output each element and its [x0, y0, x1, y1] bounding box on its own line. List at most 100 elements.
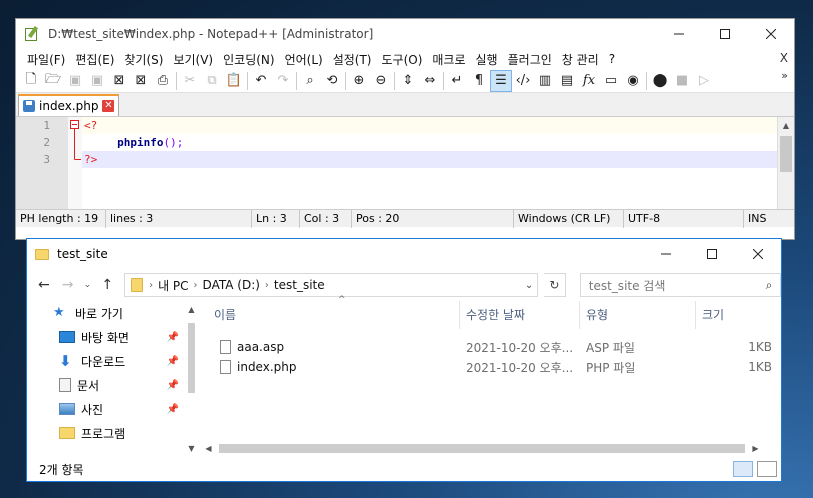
document-list-icon[interactable]: ▤ — [556, 70, 578, 92]
address-bar[interactable]: › 내 PC › DATA (D:) › test_site ⌄ — [124, 273, 539, 297]
word-wrap-icon[interactable]: ↵ — [446, 70, 468, 92]
status-eol[interactable]: Windows (CR LF) — [514, 209, 624, 228]
close-button[interactable] — [748, 19, 794, 49]
indent-guide-icon[interactable]: ☰ — [490, 69, 512, 92]
paste-icon[interactable]: 📋 — [223, 70, 245, 92]
menu-window[interactable]: 창 관리 — [557, 51, 604, 68]
menu-macro[interactable]: 매크로 — [427, 51, 470, 68]
column-date-modified[interactable]: 수정한 날짜 — [460, 301, 580, 329]
file-row[interactable]: aaa.asp 2021-10-20 오후... ASP 파일 1KB — [200, 337, 781, 357]
up-arrow-icon[interactable]: ↑ — [98, 277, 116, 293]
large-icons-view-icon[interactable] — [757, 461, 777, 477]
zoom-out-icon[interactable]: ⊖ — [370, 70, 392, 92]
column-size[interactable]: 크기 — [696, 301, 778, 329]
menu-encoding[interactable]: 인코딩(N) — [218, 51, 279, 68]
redo-icon[interactable]: ↷ — [272, 70, 294, 92]
menu-view[interactable]: 보기(V) — [168, 51, 218, 68]
breadcrumb-data-drive[interactable]: DATA (D:) — [198, 278, 265, 292]
nav-item-pictures[interactable]: 사진 📌 — [27, 397, 183, 421]
scroll-up-icon[interactable]: ▲ — [778, 117, 794, 134]
show-all-chars-icon[interactable]: ¶ — [468, 70, 490, 92]
record-macro-icon[interactable]: ⬤ — [649, 70, 671, 92]
back-arrow-icon[interactable]: ← — [35, 277, 53, 293]
scroll-thumb[interactable] — [780, 136, 792, 172]
explorer-title-bar[interactable]: test_site — [27, 239, 781, 269]
menu-file[interactable]: 파일(F) — [22, 51, 70, 68]
menu-plugins[interactable]: 플러그인 — [503, 51, 557, 68]
code-area[interactable]: <? phpinfo(); ?> — [82, 117, 777, 209]
minimize-button[interactable] — [656, 19, 702, 49]
column-name[interactable]: 이름 — [200, 301, 460, 329]
scroll-down-icon[interactable]: ▼ — [183, 440, 200, 457]
details-view-icon[interactable] — [733, 461, 753, 477]
cut-icon[interactable]: ✂ — [179, 70, 201, 92]
breadcrumb-this-pc[interactable]: 내 PC — [153, 277, 193, 294]
editor-vertical-scrollbar[interactable]: ▲ — [777, 117, 794, 209]
nav-item-desktop[interactable]: 바탕 화면 📌 — [27, 325, 183, 349]
save-all-icon[interactable]: ▣ — [86, 70, 108, 92]
menu-language[interactable]: 언어(L) — [280, 51, 328, 68]
close-document-x[interactable]: X — [780, 51, 788, 65]
nav-item-documents[interactable]: 문서 📌 — [27, 373, 183, 397]
scroll-thumb[interactable] — [219, 444, 745, 453]
pin-icon[interactable]: 📌 — [163, 404, 183, 415]
file-list-horizontal-scrollbar[interactable]: ◀ ▶ — [200, 440, 764, 457]
status-encoding[interactable]: UTF-8 — [624, 209, 744, 228]
close-file-icon[interactable]: ⊠ — [108, 70, 130, 92]
scroll-left-icon[interactable]: ◀ — [200, 444, 217, 453]
code-line[interactable]: ?> — [82, 151, 777, 168]
nav-item-quick-access[interactable]: ★ 바로 가기 — [27, 301, 183, 325]
zoom-in-icon[interactable]: ⊕ — [348, 70, 370, 92]
tab-index-php[interactable]: index.php ✕ — [18, 94, 120, 116]
open-file-icon[interactable]: 🗁 — [42, 70, 64, 92]
menu-run[interactable]: 실행 — [471, 51, 503, 68]
maximize-button[interactable] — [702, 19, 748, 49]
close-button[interactable] — [735, 239, 781, 269]
close-all-icon[interactable]: ⊠ — [130, 70, 152, 92]
minimize-button[interactable] — [643, 239, 689, 269]
menu-tools[interactable]: 도구(O) — [377, 51, 428, 68]
function-list-icon[interactable]: fx — [578, 70, 600, 92]
udl-icon[interactable]: ‹/› — [512, 70, 534, 92]
search-icon[interactable]: ⌕ — [758, 278, 780, 293]
scroll-up-icon[interactable]: ▲ — [183, 301, 200, 318]
save-icon[interactable]: ▣ — [64, 70, 86, 92]
pin-icon[interactable]: 📌 — [163, 356, 183, 367]
column-type[interactable]: 유형 — [580, 301, 696, 329]
menu-settings[interactable]: 설정(T) — [328, 51, 377, 68]
play-macro-icon[interactable]: ▷ — [693, 70, 715, 92]
scroll-right-icon[interactable]: ▶ — [747, 444, 764, 453]
menu-search[interactable]: 찾기(S) — [119, 51, 168, 68]
new-file-icon[interactable]: 🗋 — [20, 70, 42, 92]
document-map-icon[interactable]: ▥ — [534, 70, 556, 92]
replace-icon[interactable]: ⟲ — [321, 70, 343, 92]
folder-workspace-icon[interactable]: ▭ — [600, 70, 622, 92]
npp-title-bar[interactable]: D:₩test_site₩index.php - Notepad++ [Admi… — [16, 19, 794, 49]
code-line[interactable]: <? — [82, 117, 777, 134]
print-icon[interactable]: ⎙ — [152, 70, 174, 92]
file-row[interactable]: index.php 2021-10-20 오후... PHP 파일 1KB — [200, 357, 781, 377]
nav-item-downloads[interactable]: ⬇ 다운로드 📌 — [27, 349, 183, 373]
monitoring-icon[interactable]: ◉ — [622, 70, 644, 92]
code-line[interactable]: phpinfo(); — [82, 134, 777, 151]
undo-icon[interactable]: ↶ — [250, 70, 272, 92]
pin-icon[interactable]: 📌 — [163, 380, 183, 391]
find-icon[interactable]: ⌕ — [299, 70, 321, 92]
menu-help[interactable]: ? — [604, 52, 620, 66]
pin-icon[interactable]: 📌 — [163, 332, 183, 343]
sync-horizontal-icon[interactable]: ⇔ — [419, 70, 441, 92]
toolbar-overflow-icon[interactable]: » — [781, 69, 788, 82]
recent-locations-chevron-icon[interactable]: ⌄ — [82, 280, 92, 290]
forward-arrow-icon[interactable]: → — [59, 277, 77, 293]
scroll-thumb[interactable] — [188, 323, 195, 393]
nav-item-programs[interactable]: 프로그램 — [27, 421, 183, 445]
maximize-button[interactable] — [689, 239, 735, 269]
tab-close-icon[interactable]: ✕ — [102, 100, 115, 112]
fold-margin[interactable] — [68, 117, 82, 209]
stop-macro-icon[interactable]: ■ — [671, 70, 693, 92]
copy-icon[interactable]: ⧉ — [201, 70, 223, 92]
sync-scroll-icon[interactable]: ⇕ — [397, 70, 419, 92]
menu-edit[interactable]: 편집(E) — [70, 51, 119, 68]
status-insert-mode[interactable]: INS — [744, 210, 784, 228]
code-editor[interactable]: 1 2 3 <? phpinfo(); ?> ▲ — [16, 117, 794, 209]
